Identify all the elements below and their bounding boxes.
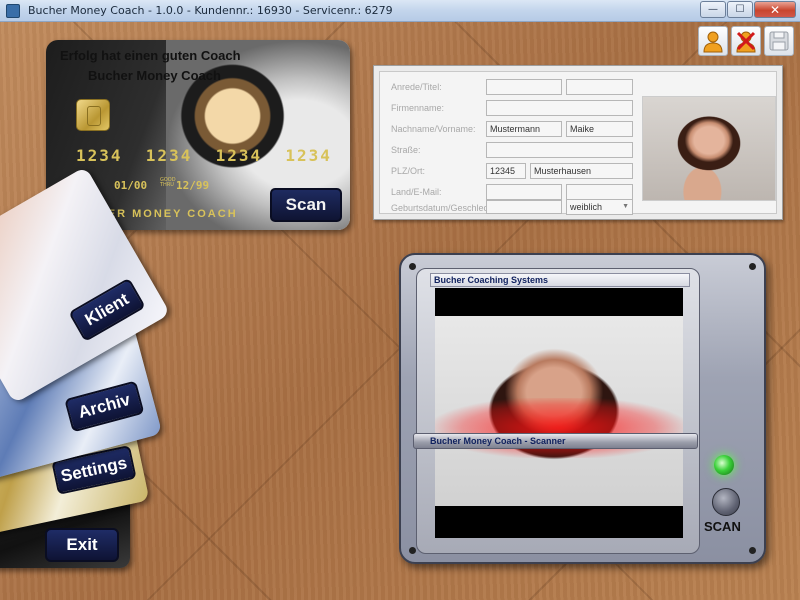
client-photo — [642, 96, 776, 201]
geburtsdatum-input[interactable] — [486, 200, 562, 214]
client-form: Anrede/Titel: Firmenname: Nachname/Vorna… — [379, 71, 777, 215]
minimize-button[interactable]: — — [700, 1, 726, 18]
screw-icon — [409, 263, 416, 270]
scanner-bar: Bucher Money Coach - Scanner — [413, 433, 698, 449]
exit-button[interactable]: Exit — [45, 528, 119, 562]
card-valid-caption: GOOD THRU — [160, 178, 176, 188]
vorname-input[interactable]: Maike — [566, 121, 633, 137]
scanner-scan-button[interactable] — [712, 488, 740, 516]
scan-button[interactable]: Scan — [270, 188, 342, 222]
card-valid-caption-bottom: THRU — [160, 182, 174, 188]
save-button[interactable] — [764, 26, 794, 56]
screw-icon — [749, 547, 756, 554]
status-led-icon — [714, 455, 734, 475]
label-strasse: Straße: — [391, 145, 421, 155]
label-firma: Firmenname: — [391, 103, 445, 113]
firma-input[interactable] — [486, 100, 633, 116]
scanned-photo — [435, 316, 683, 506]
screw-icon — [749, 263, 756, 270]
maximize-button[interactable]: ☐ — [727, 1, 753, 18]
window-controls: — ☐ ✕ — [700, 1, 796, 18]
card-valid-from: 01/00 — [114, 179, 148, 192]
scanner-scan-label: SCAN — [704, 519, 741, 534]
label-geburt: Geburtsdatum/Geschlecht: — [391, 203, 499, 213]
scanner-device: Bucher Coaching Systems Bucher Money Coa… — [399, 253, 766, 564]
geschlecht-select[interactable]: weiblich ▼ — [566, 199, 633, 215]
window-titlebar: Bucher Money Coach - 1.0.0 - Kundennr.: … — [0, 0, 800, 22]
label-plzort: PLZ/Ort: — [391, 166, 426, 176]
card-number: 1234 1234 1234 1234 — [76, 146, 332, 165]
scanner-screen-frame: Bucher Coaching Systems — [416, 268, 700, 554]
archiv-button[interactable]: Archiv — [64, 380, 145, 433]
label-name: Nachname/Vorname: — [391, 124, 476, 134]
user-icon — [703, 31, 723, 53]
card-name: Bucher Money Coach — [88, 68, 221, 83]
app-icon — [6, 3, 20, 18]
save-icon — [769, 31, 789, 51]
scan-light — [435, 398, 683, 458]
close-button[interactable]: ✕ — [754, 1, 796, 18]
geschlecht-value: weiblich — [570, 202, 603, 212]
strasse-input[interactable] — [486, 142, 633, 158]
screw-icon — [409, 547, 416, 554]
klient-button[interactable]: Klient — [68, 277, 146, 343]
email-input[interactable] — [566, 184, 633, 200]
chip-icon — [76, 99, 110, 131]
client-form-panel: Anrede/Titel: Firmenname: Nachname/Vorna… — [373, 65, 783, 220]
ort-input[interactable]: Musterhausen — [530, 163, 633, 179]
delete-user-icon — [736, 31, 756, 53]
card-valid-to: 12/99 — [176, 179, 210, 192]
window-title: Bucher Money Coach - 1.0.0 - Kundennr.: … — [28, 4, 393, 17]
scanner-title: Bucher Coaching Systems — [430, 273, 690, 287]
titel-input[interactable] — [566, 79, 633, 95]
card-slogan: Erfolg hat einen guten Coach — [60, 48, 241, 63]
label-anrede: Anrede/Titel: — [391, 82, 442, 92]
chevron-down-icon: ▼ — [622, 203, 629, 210]
label-land: Land/E-Mail: — [391, 187, 442, 197]
plz-input[interactable]: 12345 — [486, 163, 526, 179]
land-input[interactable] — [486, 184, 562, 200]
anrede-input[interactable] — [486, 79, 562, 95]
user-button[interactable] — [698, 26, 728, 56]
delete-user-button[interactable] — [731, 26, 761, 56]
scanner-screen — [435, 288, 683, 538]
nachname-input[interactable]: Mustermann — [486, 121, 562, 137]
